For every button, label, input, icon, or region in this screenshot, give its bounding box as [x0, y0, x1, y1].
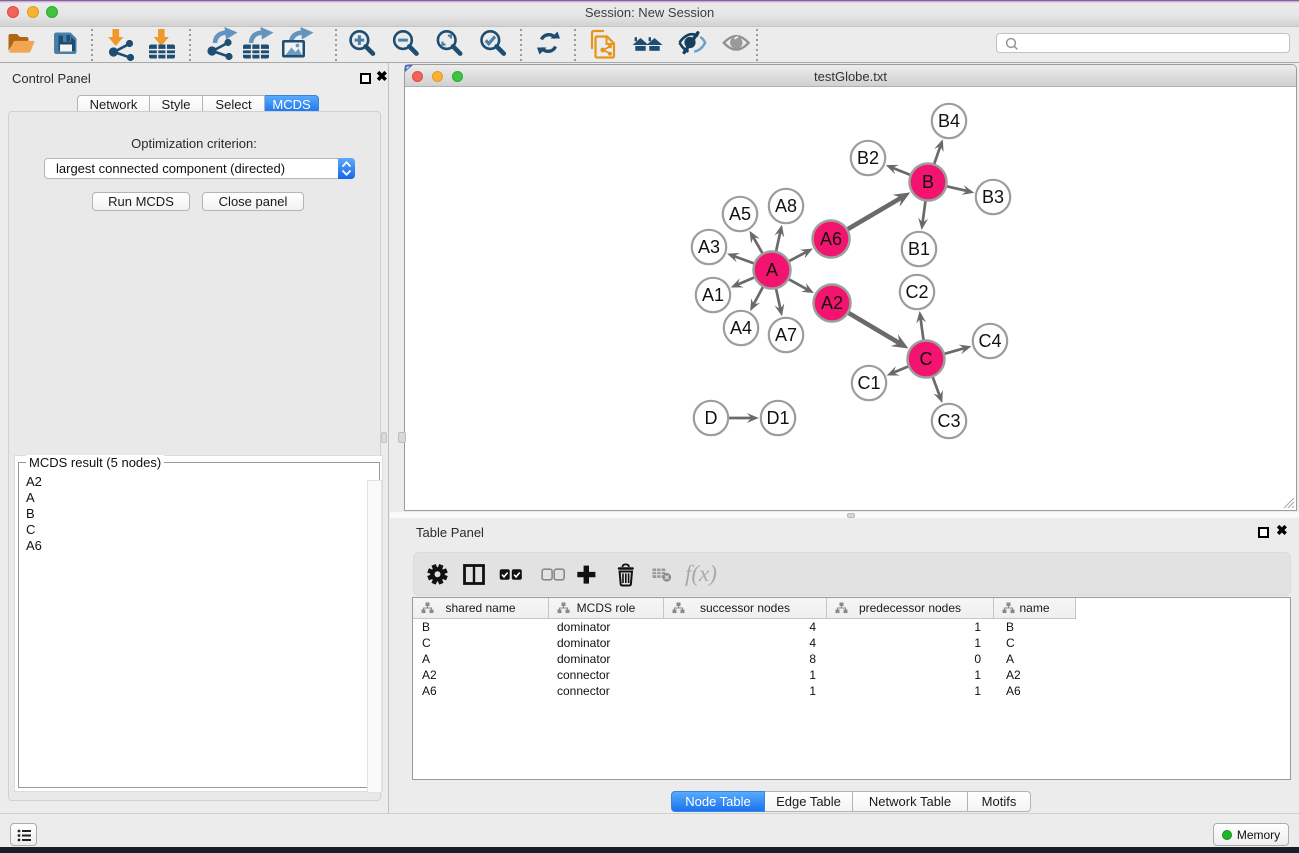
svg-text:A5: A5 [729, 204, 751, 224]
svg-text:B2: B2 [857, 148, 879, 168]
svg-text:D1: D1 [766, 408, 789, 428]
svg-text:B3: B3 [982, 187, 1004, 207]
svg-text:C1: C1 [857, 373, 880, 393]
svg-text:A: A [766, 260, 778, 280]
svg-text:B1: B1 [908, 239, 930, 259]
svg-text:A6: A6 [820, 229, 842, 249]
svg-text:C4: C4 [978, 331, 1001, 351]
svg-text:A1: A1 [702, 285, 724, 305]
svg-text:C3: C3 [937, 411, 960, 431]
svg-text:A3: A3 [698, 237, 720, 257]
svg-text:A7: A7 [775, 325, 797, 345]
svg-text:C2: C2 [905, 282, 928, 302]
svg-text:A2: A2 [821, 293, 843, 313]
svg-text:f(x): f(x) [685, 561, 717, 586]
svg-text:B4: B4 [938, 111, 960, 131]
svg-text:C: C [920, 349, 933, 369]
svg-text:B: B [922, 172, 934, 192]
svg-text:D: D [705, 408, 718, 428]
svg-text:A4: A4 [730, 318, 752, 338]
svg-text:A8: A8 [775, 196, 797, 216]
